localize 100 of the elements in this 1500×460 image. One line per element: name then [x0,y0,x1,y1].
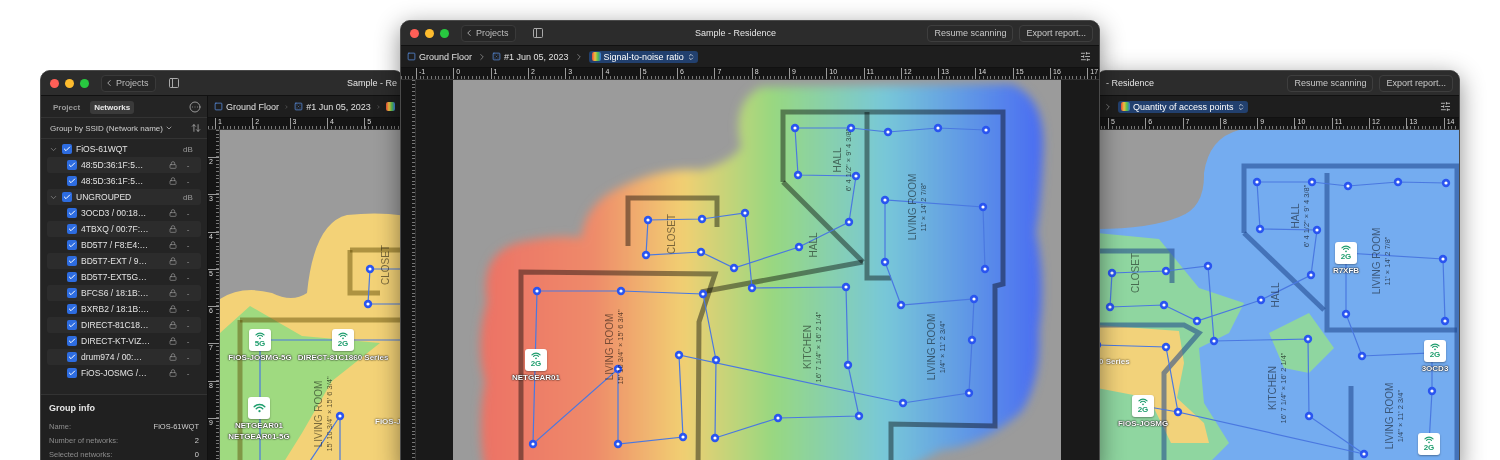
toolbar-button[interactable]: Export report... [1379,74,1453,92]
checkbox[interactable] [67,320,77,330]
access-point-marker[interactable]: 2G [525,349,547,371]
unit-label: dB [182,144,194,154]
back-button[interactable]: Projects [101,74,156,92]
wifi-icon [1424,436,1434,444]
visualization-dropdown[interactable]: Signal-to-noise ratio [588,50,698,63]
checkbox[interactable] [67,160,77,170]
wifi-icon [252,403,266,413]
zoom-button[interactable] [80,78,89,88]
network-row[interactable]: BD5T7 / F8:E4:… - [47,237,201,253]
checkbox[interactable] [62,192,72,202]
signal-value: - [185,176,191,186]
group-by-dropdown[interactable]: Group by SSID (Network name) [50,123,173,133]
close-button[interactable] [50,78,59,88]
access-point-marker[interactable]: 2G [332,329,354,351]
network-row[interactable]: FiOS-JOSMG /… - [47,365,201,381]
network-row[interactable]: BD5T7-EXT / 9… - [47,253,201,269]
minimize-button[interactable] [425,28,434,38]
gradient-swatch-icon [386,102,395,111]
access-point-marker[interactable]: 2G [1418,433,1440,455]
access-point-name: FiOS-JOSMG-5G [228,353,292,362]
settings-icon[interactable] [1440,101,1451,112]
checkbox[interactable] [67,224,77,234]
network-row[interactable]: 3OCD3 / 00:18… - [47,205,201,221]
visualization-dropdown[interactable]: Quantity of access points [1118,100,1248,113]
network-row[interactable]: DIRECT-81C18… - [47,317,201,333]
signal-value: - [185,240,191,250]
breadcrumb-link[interactable]: Ground Floor [214,101,280,112]
tab[interactable]: Networks [90,100,135,114]
checkbox[interactable] [67,304,77,314]
more-icon[interactable] [189,101,201,113]
room-label: HALL [1269,282,1281,308]
back-button[interactable]: Projects [461,24,516,42]
network-name: BD5T7-EXT / 9… [81,256,148,266]
breadcrumb-link[interactable]: Ground Floor [407,51,473,62]
sidebar-toggle-icon[interactable] [167,77,180,89]
gradient-swatch-icon [591,52,601,61]
room-label: LIVING ROOM [313,380,324,448]
network-row[interactable]: 4TBXQ / 00:7F:… - [47,221,201,237]
access-point-marker[interactable]: 2G [1424,340,1446,362]
network-name: drum974 / 00:… [81,352,143,362]
network-row[interactable]: DIRECT-KT-VIZ… - [47,333,201,349]
access-point-name: R7XFB [1332,266,1360,275]
signal-value: - [185,368,191,378]
network-row[interactable]: BD5T7-EXT5G… - [47,269,201,285]
signal-value: - [185,320,191,330]
checkbox[interactable] [67,368,77,378]
checkbox[interactable] [62,144,72,154]
lock-icon [169,161,177,169]
checkbox[interactable] [67,256,77,266]
lock-icon [169,321,177,329]
room-label: HALL [1290,203,1301,229]
sort-icon[interactable] [191,123,201,133]
section-title: Group info [49,403,96,413]
access-point-name: FiOS-J [375,417,401,426]
lock-icon [169,209,177,217]
access-point-name: DIRECT-81C1860 Series [297,353,389,362]
checkbox[interactable] [67,208,77,218]
lock-icon [169,225,177,233]
checkbox[interactable] [67,288,77,298]
toolbar-button[interactable]: Resume scanning [927,24,1014,42]
minimize-button[interactable] [65,78,74,88]
signal-value: - [185,288,191,298]
network-row[interactable]: BFCS6 / 18:1B:… - [47,285,201,301]
network-name: 48:5D:36:1F:5… [81,160,145,170]
network-row[interactable]: BXRB2 / 18:1B:… - [47,301,201,317]
checkbox[interactable] [67,352,77,362]
access-point-marker[interactable] [248,397,270,419]
network-name: 48:5D:36:1F:5… [81,176,145,186]
zoom-button[interactable] [440,28,449,38]
checkbox[interactable] [67,272,77,282]
signal-value: - [185,224,191,234]
toolbar-button[interactable]: Export report... [1019,24,1093,42]
lock-icon [169,369,177,377]
access-point-marker[interactable]: 5G [249,329,271,351]
network-row[interactable]: drum974 / 00:… - [47,349,201,365]
settings-icon[interactable] [1080,51,1091,62]
lock-icon [169,241,177,249]
group-name: UNGROUPED [76,192,133,202]
breadcrumb-link[interactable]: #1 Jun 05, 2023 [492,51,569,62]
checkbox[interactable] [67,176,77,186]
sidebar-toggle-icon[interactable] [531,27,544,39]
checkbox[interactable] [67,240,77,250]
tab[interactable]: Project [49,100,85,114]
access-point-name: NETGEAR01-5G [228,432,290,441]
room-label: LIVING ROOM [907,173,918,241]
room-label: LIVING ROOM [1371,227,1382,295]
checkbox[interactable] [67,336,77,346]
breadcrumb-link[interactable]: #1 Jun 05, 2023 [294,101,371,112]
window-title: - Residence [1106,78,1155,88]
toolbar-button[interactable]: Resume scanning [1287,74,1374,92]
window-title: Sample - Residence [694,28,776,38]
access-point-marker[interactable]: 2G [1132,395,1154,417]
close-button[interactable] [410,28,419,38]
access-point-marker[interactable]: 2G [1335,242,1357,264]
network-row[interactable]: 48:5D:36:1F:5… - [47,173,201,189]
signal-value: - [185,352,191,362]
lock-icon [169,273,177,281]
network-row[interactable]: 48:5D:36:1F:5… - [47,157,201,173]
